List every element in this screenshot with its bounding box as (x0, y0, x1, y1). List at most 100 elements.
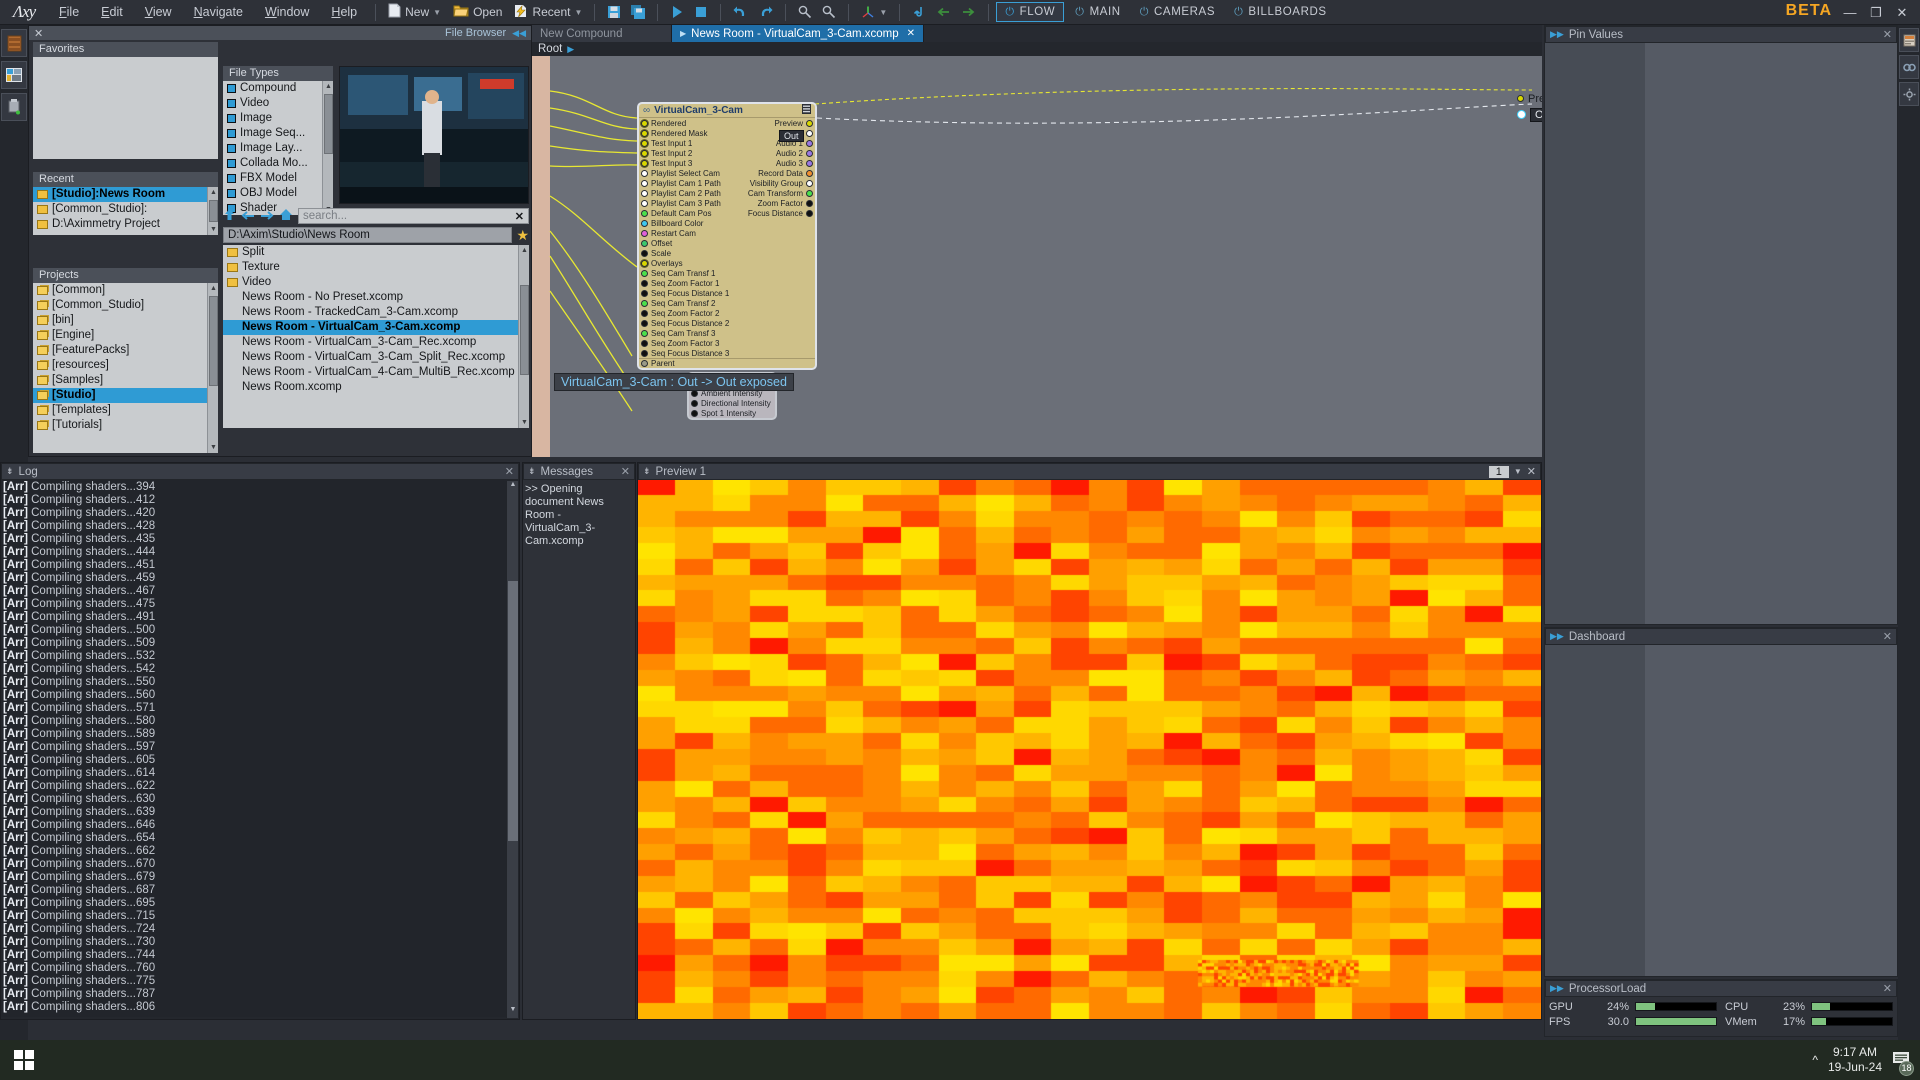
editor-tab[interactable]: ▶ News Room - VirtualCam_3-Cam.xcomp ✕ (672, 25, 925, 42)
input-pin-dot[interactable] (641, 319, 648, 327)
node-graph-canvas[interactable]: Root ▶ ∞ VirtualCam_3-Cam Rendered Previ… (532, 42, 1542, 457)
mode-main[interactable]: ⏻ MAIN (1067, 2, 1128, 22)
scrollbar-thumb[interactable] (209, 296, 218, 386)
file-type-item[interactable]: FBX Model (223, 171, 322, 186)
mode-cameras[interactable]: ⏻ CAMERAS (1132, 2, 1223, 22)
expand-icon[interactable]: ▶▶ (1550, 983, 1564, 994)
breadcrumb[interactable]: Root ▶ (532, 42, 1542, 56)
library-rail-icon[interactable] (1, 61, 27, 89)
scrollbar[interactable]: ▲▼ (207, 283, 218, 453)
file-type-item[interactable]: Image (223, 111, 322, 126)
output-pin-dot[interactable] (806, 149, 813, 157)
project-item[interactable]: [Engine] (33, 328, 207, 343)
output-pin-dot[interactable] (806, 169, 813, 177)
pin-icon[interactable]: ⇟ (643, 466, 651, 477)
input-pin-dot[interactable] (641, 219, 648, 227)
scrollbar-thumb[interactable] (209, 200, 218, 222)
properties-icon[interactable] (1899, 28, 1919, 52)
redo-icon[interactable] (753, 1, 778, 23)
pin-icon[interactable]: ⇟ (6, 466, 14, 477)
scroll-up-arrow[interactable]: ▲ (208, 187, 218, 198)
recent-list[interactable]: [Studio]:News Room [Common_Studio]: D:\Axi… (33, 187, 218, 235)
project-item[interactable]: [FeaturePacks] (33, 343, 207, 358)
devices-rail-icon[interactable] (1, 93, 27, 121)
file-item[interactable]: News Room - VirtualCam_3-Cam_Rec.xcomp (223, 335, 518, 350)
checkbox[interactable] (227, 99, 236, 108)
input-pin-dot[interactable] (641, 329, 648, 337)
scrollbar-thumb[interactable] (324, 94, 333, 154)
project-item[interactable]: [Templates] (33, 403, 207, 418)
log-lines[interactable]: [Arr] Compiling shaders...394 [Arr] Compi… (1, 480, 519, 1017)
input-pin-dot[interactable] (641, 249, 648, 257)
input-pin-dot[interactable] (641, 199, 648, 207)
input-pin-dot[interactable] (641, 129, 648, 137)
back-arrow-icon[interactable] (241, 208, 255, 224)
expand-icon[interactable]: ▶▶ (1550, 631, 1564, 642)
scrollbar[interactable]: ▲▼ (518, 245, 529, 428)
breadcrumb-root[interactable]: Root (538, 43, 562, 55)
mode-billboards[interactable]: ⏻ BILLBOARDS (1226, 2, 1335, 22)
input-pin-dot[interactable] (641, 239, 648, 247)
node-menu-icon[interactable] (802, 104, 811, 117)
input-pin-dot[interactable] (691, 409, 698, 417)
checkbox[interactable] (227, 129, 236, 138)
save-all-icon[interactable] (626, 1, 650, 23)
output-pin-dot[interactable] (806, 129, 813, 137)
pin-dot[interactable] (641, 360, 648, 367)
output-pin-dot[interactable] (806, 119, 813, 127)
file-item[interactable]: News Room - VirtualCam_3-Cam.xcomp (223, 320, 518, 335)
windows-start-icon[interactable] (0, 1040, 48, 1080)
star-icon[interactable]: ★ (516, 228, 529, 242)
minimize-icon[interactable]: — (1838, 2, 1862, 24)
input-pin-dot[interactable] (641, 149, 648, 157)
back-arrow-icon[interactable] (931, 1, 956, 23)
chevron-up-icon[interactable]: ^ (1812, 1053, 1818, 1067)
chevron-down-icon[interactable]: ▼ (1514, 467, 1522, 476)
undo-icon[interactable] (728, 1, 753, 23)
dashboard-body[interactable] (1545, 645, 1897, 976)
project-item[interactable]: [resources] (33, 358, 207, 373)
close-icon[interactable]: ✕ (1883, 982, 1892, 995)
file-item[interactable]: Texture (223, 260, 518, 275)
scrollbar[interactable]: ▲▼ (322, 81, 333, 215)
link-icon[interactable] (1899, 55, 1919, 79)
project-item[interactable]: [bin] (33, 313, 207, 328)
recent-item[interactable]: [Common_Studio]: (33, 202, 207, 217)
close-icon[interactable]: ✕ (505, 465, 514, 478)
projects-list[interactable]: [Common] [Common_Studio] [bin] [Engine] [Fea… (33, 283, 218, 453)
checkbox[interactable] (227, 189, 236, 198)
file-item[interactable]: News Room - VirtualCam_3-Cam_Split_Rec.x… (223, 350, 518, 365)
exposed-pin-preview[interactable]: Preview (1517, 92, 1542, 105)
close-icon[interactable]: ✕ (1527, 465, 1536, 478)
file-item[interactable]: News Room - No Preset.xcomp (223, 290, 518, 305)
scroll-up-arrow[interactable]: ▲ (519, 245, 529, 256)
scrollbar-thumb[interactable] (520, 285, 529, 375)
project-item[interactable]: [Common_Studio] (33, 298, 207, 313)
pin-values-body[interactable] (1545, 43, 1897, 624)
pin-icon[interactable]: ⇟ (528, 466, 536, 477)
scroll-down-arrow[interactable]: ▼ (208, 224, 218, 235)
input-pin-dot[interactable] (641, 279, 648, 287)
zoom-in-icon[interactable] (817, 1, 841, 23)
input-pin-dot[interactable] (641, 309, 648, 317)
checkbox[interactable] (227, 114, 236, 123)
file-item[interactable]: Video (223, 275, 518, 290)
input-pin-dot[interactable] (641, 229, 648, 237)
search-input[interactable]: search... (303, 210, 515, 222)
open-button[interactable]: Open (448, 1, 507, 23)
menu-help[interactable]: Help (320, 0, 368, 25)
output-pin-dot[interactable] (806, 179, 813, 187)
scroll-down-arrow[interactable]: ▼ (208, 442, 218, 453)
home-icon[interactable] (279, 208, 293, 224)
forward-arrow-icon[interactable] (260, 208, 274, 224)
input-pin-dot[interactable] (641, 259, 648, 267)
out-pin-badge[interactable]: Out (779, 130, 804, 142)
taskbar-clock[interactable]: 9:17 AM 19-Jun-24 (1828, 1045, 1882, 1075)
input-pin-dot[interactable] (641, 269, 648, 277)
project-item[interactable]: [Common] (33, 283, 207, 298)
checkbox[interactable] (227, 144, 236, 153)
scroll-down-arrow[interactable]: ▼ (507, 1006, 519, 1018)
settings-icon[interactable] (1899, 82, 1919, 106)
scrollbar-thumb[interactable] (508, 581, 518, 841)
scroll-down-arrow[interactable]: ▼ (519, 417, 529, 428)
